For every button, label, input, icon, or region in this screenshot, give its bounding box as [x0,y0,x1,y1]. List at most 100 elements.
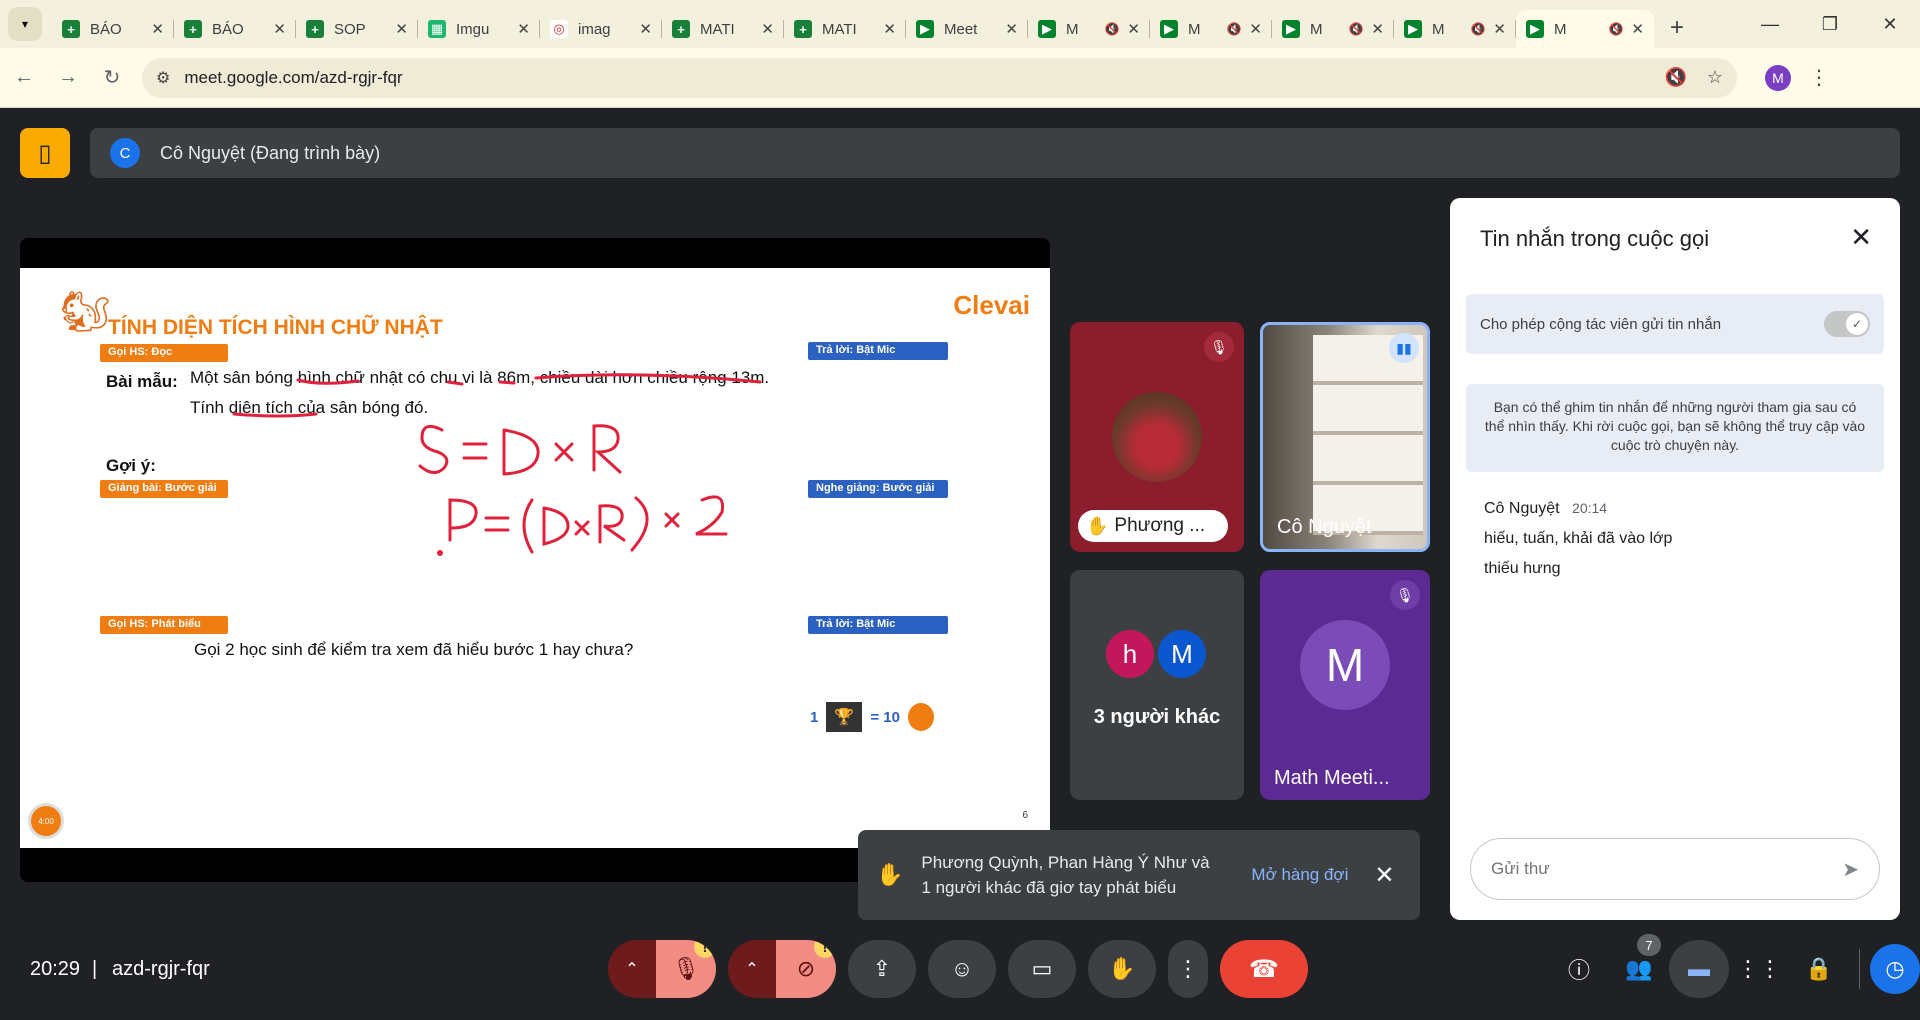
tab-search-button[interactable]: ▾ [8,7,42,41]
handwriting-annotations [232,373,762,556]
profile-avatar[interactable]: M [1765,64,1791,91]
close-tab-icon[interactable]: ✕ [1249,20,1262,38]
tab-muted-icon[interactable]: 🔇 [1226,22,1241,36]
clock-icon: ◷ [1885,956,1905,981]
people-count-badge: 7 [1637,934,1661,956]
reload-button[interactable]: ↻ [92,58,132,98]
hang-up-icon: ☎ [1249,955,1279,983]
presenter-bar: C Cô Nguyệt (Đang trình bày) [90,128,1900,178]
people-button[interactable]: 👥 7 [1609,934,1669,998]
close-tab-icon[interactable]: ✕ [1127,20,1140,38]
host-controls-button[interactable]: 🔒 [1789,940,1849,998]
timer-button[interactable]: ◷ [1870,944,1920,994]
camera-off-icon: ⊘ [796,956,816,981]
chat-panel: Tin nhắn trong cuộc gọi ✕ Cho phép cộng … [1450,198,1900,920]
omnibox[interactable]: ⚙ meet.google.com/azd-rgjr-fqr 🔇 ☆ [142,57,1737,98]
tab-favicon-icon: + [184,20,202,38]
presenter-label: Cô Nguyệt (Đang trình bày) [160,142,381,163]
call-controls: ⌃ 🎙 ! ⌃ ⊘ ! ⇪ ☺ ▭ ✋ ⋮ ☎ [608,940,1320,998]
tab-title: M [1310,20,1323,38]
chat-button[interactable]: ▬ [1669,940,1729,998]
video-settings-button[interactable]: ⌃ [728,940,776,998]
tab-muted-icon[interactable]: 🔇 [1104,22,1119,36]
close-tab-icon[interactable]: ✕ [395,20,408,38]
meeting-info-button[interactable]: ▯ [20,128,70,178]
tab-favicon-icon: ▦ [428,20,446,38]
message-time: 20:14 [1572,500,1608,516]
present-screen-button[interactable]: ⇪ [848,940,916,998]
tab-title: MATI [700,20,735,38]
setting-label: Cho phép cộng tác viên gửi tin nhắn [1480,315,1722,333]
participant-tile-phuong[interactable]: 🎙 ✋ Phương ... [1070,322,1244,552]
tab-muted-icon[interactable]: 🔇 [1608,22,1623,36]
browser-tab[interactable]: ▶ M 🔇 ✕ [1028,10,1150,48]
browser-tab[interactable]: + SOP ✕ [296,10,418,48]
bookmark-star-icon[interactable]: ☆ [1707,67,1723,88]
trophy-icon: 🏆 [826,702,863,732]
url-text[interactable]: meet.google.com/azd-rgjr-fqr [184,68,1644,88]
audio-settings-button[interactable]: ⌃ [608,940,656,998]
participant-tile-math-meeting[interactable]: 🎙 M Math Meeti... [1260,570,1430,800]
close-tab-icon[interactable]: ✕ [761,20,774,38]
others-avatar-h: h [1106,630,1154,678]
address-bar: ← → ↻ ⚙ meet.google.com/azd-rgjr-fqr 🔇 ☆… [0,48,1920,108]
browser-tab[interactable]: ▶ Meet ✕ [906,10,1028,48]
tab-muted-icon[interactable]: 🔇 [1348,22,1363,36]
allow-messages-toggle[interactable] [1824,311,1870,337]
close-tab-icon[interactable]: ✕ [1005,20,1018,38]
browser-tab[interactable]: ▶ M 🔇 ✕ [1394,10,1516,48]
chat-input[interactable] [1491,859,1843,879]
meeting-clock: 20:29 [30,958,81,980]
close-toast-button[interactable]: ✕ [1374,861,1394,890]
close-tab-icon[interactable]: ✕ [151,20,164,38]
browser-tab[interactable]: ▶ M 🔇 ✕ [1272,10,1394,48]
tab-muted-icon[interactable]: 🔇 [1470,22,1485,36]
close-window-button[interactable]: ✕ [1860,0,1920,48]
captions-button[interactable]: ▭ [1008,940,1076,998]
slide-timer: 4:00 [28,803,64,839]
tab-favicon-icon: ▶ [1282,20,1300,38]
reactions-button[interactable]: ☺ [928,940,996,998]
browser-tab[interactable]: + BÁO ✕ [52,10,174,48]
tab-muted-icon[interactable]: 🔇 [1664,67,1686,88]
raise-hand-button[interactable]: ✋ [1088,940,1156,998]
tab-favicon-icon: + [672,20,690,38]
close-tab-icon[interactable]: ✕ [517,20,530,38]
close-tab-icon[interactable]: ✕ [1631,20,1644,38]
browser-tab[interactable]: ▦ Imgu ✕ [418,10,540,48]
more-options-button[interactable]: ⋮ [1168,940,1208,998]
browser-tab[interactable]: + BÁO ✕ [174,10,296,48]
close-tab-icon[interactable]: ✕ [273,20,286,38]
tag-answer-2: Trả lời: Bật Mic [808,616,948,634]
new-tab-button[interactable]: + [1670,14,1684,42]
browser-menu-icon[interactable]: ⋮ [1809,65,1829,90]
browser-tab[interactable]: ▶ M 🔇 ✕ [1150,10,1272,48]
close-tab-icon[interactable]: ✕ [1371,20,1384,38]
site-info-icon[interactable]: ⚙ [156,68,170,88]
close-tab-icon[interactable]: ✕ [883,20,896,38]
others-tile[interactable]: h M 3 người khác [1070,570,1244,800]
participant-avatar: M [1300,620,1390,710]
maximize-button[interactable]: ❐ [1800,0,1860,48]
browser-tab[interactable]: + MATI ✕ [662,10,784,48]
close-tab-icon[interactable]: ✕ [1493,20,1506,38]
tab-title: BÁO [212,20,244,38]
score-row: 1 🏆 = 10 [810,702,934,732]
back-button[interactable]: ← [4,58,44,98]
browser-tab[interactable]: ◎ imag ✕ [540,10,662,48]
open-queue-button[interactable]: Mở hàng đợi [1251,865,1348,885]
tab-title: M [1188,20,1201,38]
send-icon[interactable]: ➤ [1842,857,1859,882]
participant-tile-co-nguyet[interactable]: ▮▮ Cô Nguyệt [1260,322,1430,552]
window-controls: — ❐ ✕ [1740,0,1920,48]
meeting-details-button[interactable]: ⓘ [1549,940,1609,998]
minimize-button[interactable]: — [1740,0,1800,48]
leave-call-button[interactable]: ☎ [1220,940,1308,998]
toast-message: Phương Quỳnh, Phan Hàng Ý Như và 1 người… [921,853,1210,897]
forward-button[interactable]: → [48,58,88,98]
close-tab-icon[interactable]: ✕ [639,20,652,38]
browser-tab[interactable]: ▶ M 🔇 ✕ [1516,10,1654,48]
browser-tab[interactable]: + MATI ✕ [784,10,906,48]
activities-button[interactable]: ⋮⋮ [1729,940,1789,998]
close-chat-button[interactable]: ✕ [1850,222,1872,253]
